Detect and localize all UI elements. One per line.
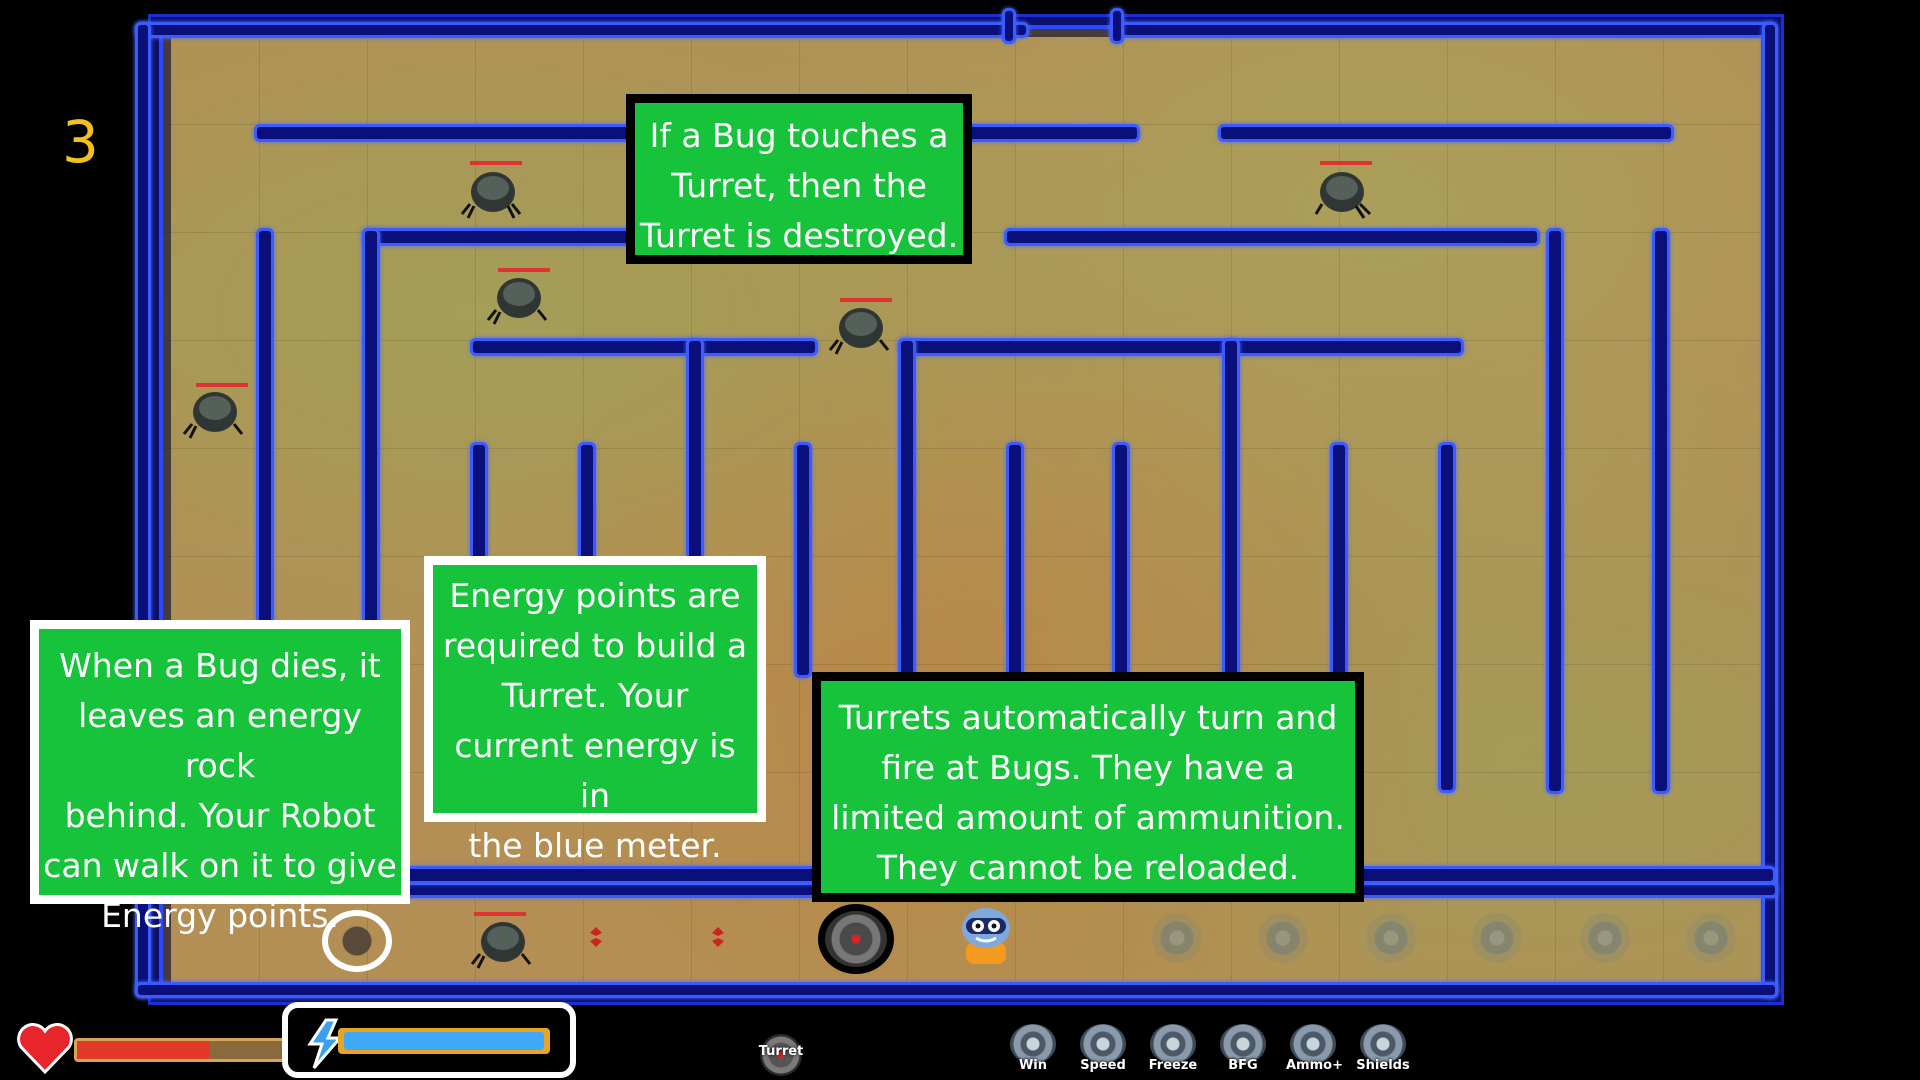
wall xyxy=(898,338,1464,356)
wall xyxy=(1004,228,1540,246)
wall xyxy=(1002,8,1016,44)
powerup-slot-icon xyxy=(1580,913,1630,963)
powerup-slot-icon xyxy=(1366,913,1416,963)
bug-enemy xyxy=(470,922,532,969)
wall xyxy=(256,228,274,634)
wall xyxy=(1112,442,1130,678)
powerup-slot-icon xyxy=(1258,913,1308,963)
tip-bug-touch: If a Bug touches a Turret, then the Turr… xyxy=(626,94,972,264)
bug-enemy xyxy=(828,308,890,355)
powerup-slot-icon xyxy=(1152,913,1202,963)
bug-enemy xyxy=(460,172,522,219)
wall xyxy=(1218,124,1674,142)
wall xyxy=(1762,22,1778,998)
wall xyxy=(135,982,1778,998)
wall xyxy=(1110,8,1124,44)
tip-turrets: Turrets automatically turn and fire at B… xyxy=(812,672,1364,902)
powerup-bfg-button[interactable]: BFG xyxy=(1216,1024,1270,1080)
wall xyxy=(794,442,812,678)
powerup-freeze-button[interactable]: Freeze xyxy=(1146,1024,1200,1080)
wall xyxy=(578,442,596,563)
bullet-projectile xyxy=(590,927,602,947)
tip-bug-dies: When a Bug dies, it leaves an energy roc… xyxy=(30,620,410,935)
wall xyxy=(470,338,818,356)
wall xyxy=(1110,22,1776,38)
tip-energy: Energy points are required to build a Tu… xyxy=(424,556,766,865)
powerup-slot-icon xyxy=(1472,913,1522,963)
wall xyxy=(1006,442,1024,678)
wall xyxy=(1330,866,1776,884)
wall xyxy=(686,338,704,564)
level-number: 3 xyxy=(62,108,99,176)
wall xyxy=(1222,338,1240,684)
health-bar-track xyxy=(74,1038,294,1062)
powerup-ammo-button[interactable]: Ammo+ xyxy=(1286,1024,1343,1080)
health-bar-fill xyxy=(77,1041,210,1059)
powerup-win-button[interactable]: Win xyxy=(1006,1024,1060,1080)
wall xyxy=(362,228,380,634)
bug-health-bar xyxy=(1320,161,1372,165)
energy-meter xyxy=(282,1002,576,1078)
wall xyxy=(1330,442,1348,678)
bug-enemy xyxy=(486,278,548,325)
turret[interactable] xyxy=(818,904,894,974)
wall xyxy=(1546,228,1564,794)
energy-bar-fill xyxy=(344,1032,544,1050)
wall xyxy=(362,228,638,246)
powerup-speed-button[interactable]: Speed xyxy=(1076,1024,1130,1080)
bug-enemy xyxy=(182,392,244,439)
heart-icon xyxy=(17,1023,73,1075)
health-meter xyxy=(16,1022,294,1078)
bullet-projectile xyxy=(712,927,724,947)
energy-bar-track xyxy=(338,1028,550,1054)
powerup-slot-icon xyxy=(1686,913,1736,963)
bug-health-bar xyxy=(470,161,522,165)
player-robot[interactable] xyxy=(958,906,1014,968)
powerup-shields-button[interactable]: Shields xyxy=(1356,1024,1410,1080)
wall xyxy=(1652,228,1670,794)
wall xyxy=(470,442,488,563)
build-turret-label: Turret xyxy=(758,1044,804,1059)
wall xyxy=(135,22,1029,38)
bug-enemy xyxy=(1314,172,1372,219)
wall xyxy=(1438,442,1456,793)
build-turret-button[interactable]: Turret xyxy=(759,1034,803,1076)
